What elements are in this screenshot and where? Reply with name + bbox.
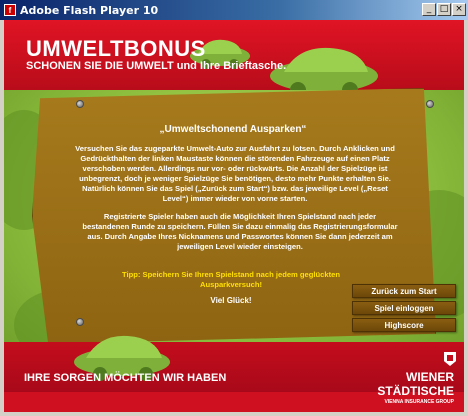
- back-to-start-button[interactable]: Zurück zum Start: [352, 284, 456, 298]
- nail-icon: [76, 100, 84, 108]
- nail-icon: [426, 100, 434, 108]
- window-controls: _ □ ×: [422, 3, 466, 16]
- instructions-text: Versuchen Sie das zugeparkte Umwelt-Auto…: [75, 144, 395, 203]
- highscore-button[interactable]: Highscore: [352, 318, 456, 332]
- registration-text: Registrierte Spieler haben auch die Mögl…: [82, 212, 398, 251]
- maximize-icon[interactable]: □: [437, 3, 451, 16]
- window-title: Adobe Flash Player 10: [20, 3, 159, 17]
- nail-icon: [76, 318, 84, 326]
- logo-line-1: WIENER: [406, 370, 454, 384]
- logo-line-2: STÄDTISCHE: [377, 384, 454, 398]
- flash-app-icon: f: [4, 4, 16, 16]
- minimize-icon[interactable]: _: [422, 3, 436, 16]
- footer-slogan: IHRE SORGEN MÖCHTEN WIR HABEN: [24, 372, 227, 384]
- window-titlebar: f Adobe Flash Player 10 _ □ ×: [0, 0, 468, 20]
- farewell-text: Viel Glück!: [210, 296, 252, 305]
- tip-text: Tipp: Speichern Sie Ihren Spielstand nac…: [121, 270, 341, 289]
- board-title: „Umweltschonend Ausparken“: [159, 124, 307, 135]
- header-title: UMWELTBONUS: [26, 36, 206, 61]
- close-icon[interactable]: ×: [452, 3, 466, 16]
- header-subtitle: SCHONEN SIE DIE UMWELT und Ihre Brieftas…: [26, 60, 287, 72]
- logo-line-3: VIENNA INSURANCE GROUP: [384, 399, 454, 405]
- login-game-button[interactable]: Spiel einloggen: [352, 301, 456, 315]
- company-logo: WIENER STÄDTISCHE VIENNA INSURANCE GROUP: [372, 370, 454, 416]
